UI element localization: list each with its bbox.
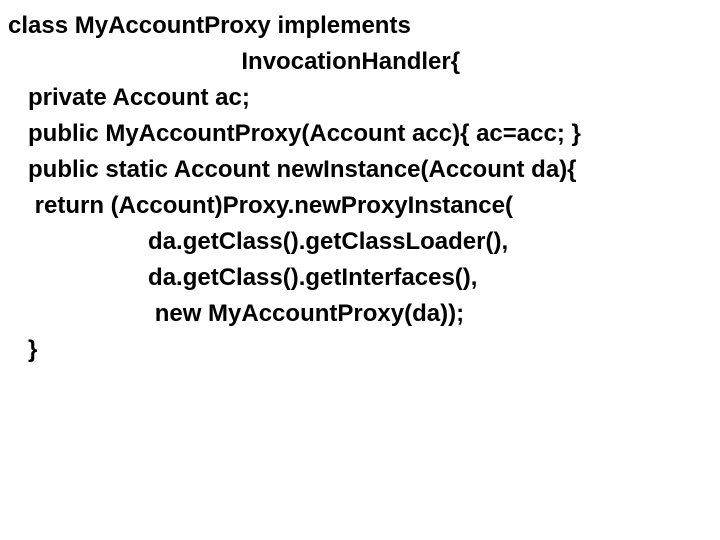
code-line-3: private Account ac; [8, 80, 712, 116]
code-line-9: new MyAccountProxy(da)); [8, 296, 712, 332]
code-line-1: class MyAccountProxy implements [8, 8, 712, 44]
code-line-8: da.getClass().getInterfaces(), [8, 260, 712, 296]
code-line-4: public MyAccountProxy(Account acc){ ac=a… [8, 116, 712, 152]
code-line-7: da.getClass().getClassLoader(), [8, 224, 712, 260]
code-line-10: } [8, 332, 712, 368]
code-line-5: public static Account newInstance(Accoun… [8, 152, 712, 188]
code-line-6: return (Account)Proxy.newProxyInstance( [8, 188, 712, 224]
code-line-2: InvocationHandler{ [8, 44, 712, 80]
